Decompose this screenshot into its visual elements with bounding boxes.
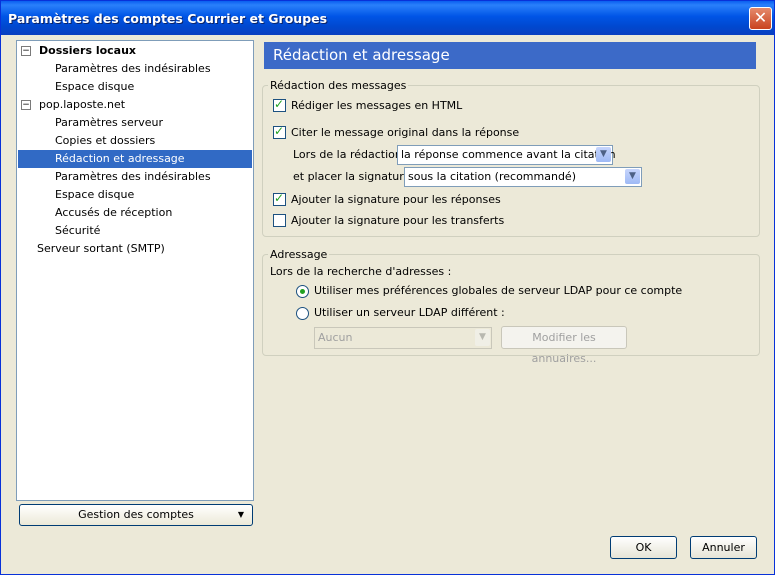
page-title-text: Rédaction et adressage (273, 46, 450, 64)
addressing-group-legend: Adressage (268, 248, 330, 261)
reply-position-select[interactable]: la réponse commence avant la citation ▼ (397, 145, 616, 165)
signature-replies-checkbox[interactable] (273, 191, 286, 206)
tree-item-label: Rédaction et adressage (55, 152, 185, 165)
tree-item-junk-settings[interactable]: Paramètres des indésirables (53, 168, 213, 186)
tree-item-label: Espace disque (55, 80, 135, 93)
collapse-icon[interactable]: − (21, 100, 31, 110)
tree-item-disk-space[interactable]: Espace disque (53, 186, 136, 204)
edit-directories-button[interactable]: Modifier les annuaires... (501, 326, 627, 365)
tree-item-server-settings[interactable]: Paramètres serveur (53, 114, 165, 132)
tree-item-copies-folders[interactable]: Copies et dossiers (53, 132, 157, 150)
ok-button[interactable]: OK (610, 536, 677, 559)
tree-item-composition-addressing[interactable]: Rédaction et adressage (18, 150, 252, 168)
chevron-down-icon: ▼ (237, 510, 244, 519)
tree-item-return-receipts[interactable]: Accusés de réception (53, 204, 174, 222)
signature-position-value: sous la citation (recommandé) (408, 170, 576, 183)
chevron-down-icon: ▼ (625, 169, 640, 184)
collapse-icon[interactable]: − (21, 46, 31, 56)
page-title: Rédaction et adressage (264, 42, 756, 69)
tree-item-label: Sécurité (55, 224, 101, 237)
chevron-down-icon: ▼ (596, 147, 611, 162)
tree-item-outgoing-server[interactable]: Serveur sortant (SMTP) (35, 240, 167, 258)
tree-item-label: Paramètres des indésirables (55, 170, 211, 183)
tree-item-label: Serveur sortant (SMTP) (37, 242, 165, 255)
global-ldap-radio[interactable] (296, 285, 309, 298)
custom-ldap-label: Utiliser un serveur LDAP différent : (314, 306, 505, 319)
window-title: Paramètres des comptes Courrier et Group… (8, 11, 328, 26)
cancel-button[interactable]: Annuler (690, 536, 757, 559)
quote-original-label: Citer le message original dans la répons… (291, 126, 520, 139)
reply-position-label: Lors de la rédaction (293, 148, 402, 161)
signature-forwards-label: Ajouter la signature pour les transferts (291, 214, 505, 227)
html-compose-label: Rédiger les messages en HTML (291, 99, 463, 112)
account-settings-dialog: Paramètres des comptes Courrier et Group… (0, 0, 775, 575)
tree-item-pop-account[interactable]: pop.laposte.net (37, 96, 127, 114)
address-search-label: Lors de la recherche d'adresses : (270, 265, 452, 278)
tree-item-security[interactable]: Sécurité (53, 222, 102, 240)
html-compose-checkbox[interactable] (273, 97, 286, 112)
account-actions-button[interactable]: Gestion des comptes ▼ (19, 504, 253, 526)
chevron-down-icon: ▼ (475, 329, 490, 346)
title-bar[interactable]: Paramètres des comptes Courrier et Group… (1, 1, 774, 35)
signature-position-select[interactable]: sous la citation (recommandé) ▼ (404, 167, 642, 187)
tree-item-disk-space[interactable]: Espace disque (53, 78, 136, 96)
signature-position-label: et placer la signature (293, 170, 411, 183)
tree-item-label: Espace disque (55, 188, 135, 201)
custom-ldap-radio[interactable] (296, 307, 309, 320)
tree-item-label: Copies et dossiers (55, 134, 156, 147)
tree-item-junk-settings[interactable]: Paramètres des indésirables (53, 60, 213, 78)
account-tree: Dossiers locaux − Paramètres des indésir… (16, 40, 254, 501)
account-actions-label: Gestion des comptes (78, 508, 194, 521)
close-icon[interactable]: ✕ (749, 7, 772, 30)
signature-replies-label: Ajouter la signature pour les réponses (291, 193, 501, 206)
tree-item-local-folders[interactable]: Dossiers locaux (37, 42, 138, 60)
tree-item-label: Accusés de réception (55, 206, 173, 219)
global-ldap-label: Utiliser mes préférences globales de ser… (314, 284, 683, 297)
ldap-server-select[interactable]: Aucun ▼ (314, 327, 492, 349)
composition-group-legend: Rédaction des messages (268, 79, 409, 92)
quote-original-checkbox[interactable] (273, 124, 286, 139)
tree-item-label: Dossiers locaux (39, 44, 137, 57)
ldap-server-value: Aucun (318, 331, 353, 344)
tree-item-label: pop.laposte.net (39, 98, 126, 111)
tree-item-label: Paramètres serveur (55, 116, 164, 129)
signature-forwards-checkbox[interactable] (273, 214, 286, 227)
tree-item-label: Paramètres des indésirables (55, 62, 211, 75)
reply-position-value: la réponse commence avant la citation (401, 148, 616, 161)
